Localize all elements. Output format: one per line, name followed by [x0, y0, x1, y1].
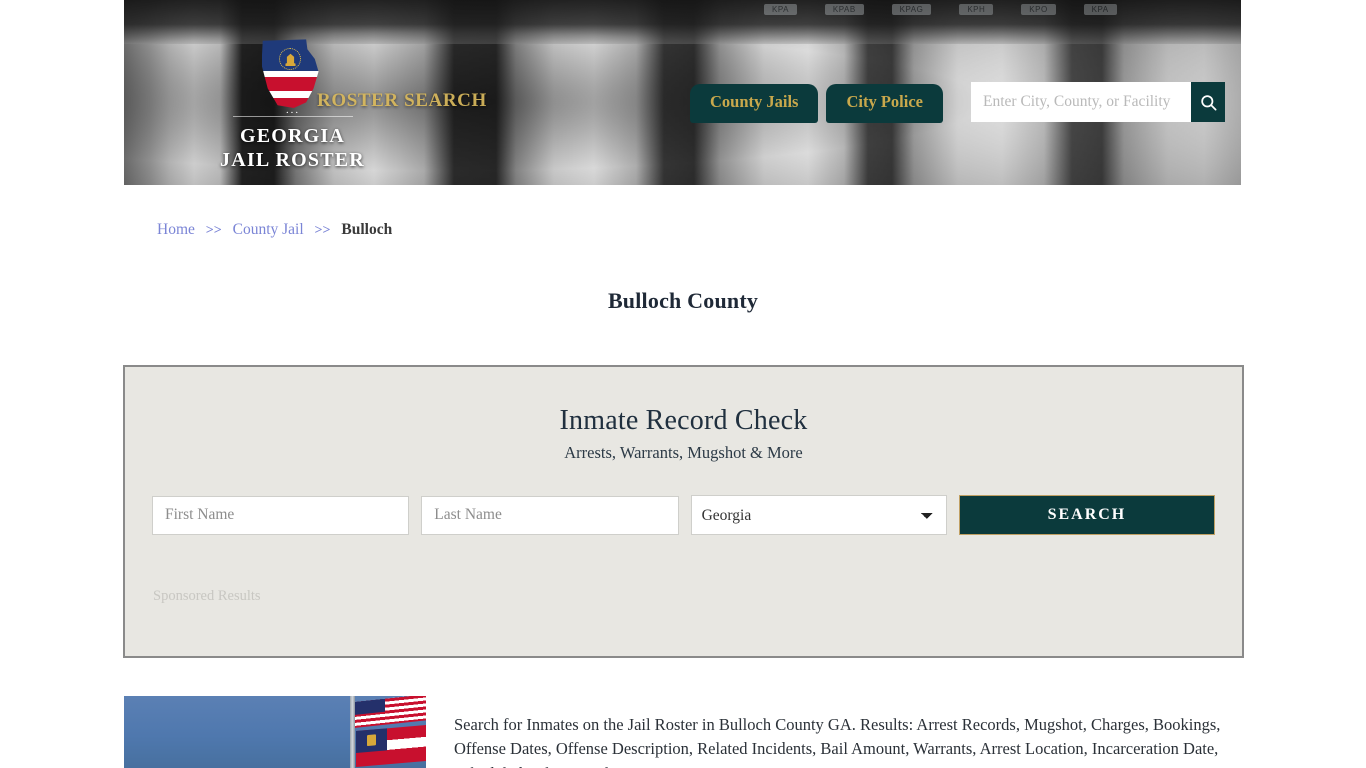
breadcrumb-item-home[interactable]: Home	[157, 221, 195, 238]
breadcrumb-item-county-jail[interactable]: County Jail	[233, 221, 304, 238]
nav-tab-city-police[interactable]: City Police	[826, 84, 943, 123]
breadcrumb-item-current: Bulloch	[341, 221, 392, 238]
nav-tab-county-jails[interactable]: County Jails	[690, 84, 818, 123]
logo-line-1: GEORGIA	[185, 124, 400, 148]
breadcrumb-separator: >>	[206, 223, 222, 238]
breadcrumb: Home >> County Jail >> Bulloch	[157, 221, 392, 239]
search-icon	[1199, 93, 1218, 112]
header-search-form	[971, 82, 1225, 122]
inmate-search-button[interactable]: SEARCH	[959, 495, 1215, 535]
primary-nav: County Jails City Police	[690, 84, 943, 123]
card-subtitle: Arrests, Warrants, Mugshot & More	[125, 443, 1242, 463]
breadcrumb-separator: >>	[315, 223, 331, 238]
county-description-section: Search for Inmates on the Jail Roster in…	[124, 696, 1242, 768]
georgia-seal-icon	[279, 48, 301, 70]
inmate-search-form: GeorgiaAlabamaFloridaSouth CarolinaTenne…	[125, 495, 1242, 535]
sponsored-results-label: Sponsored Results	[153, 588, 1242, 605]
page-title: Bulloch County	[0, 288, 1366, 314]
header-search-input[interactable]	[971, 82, 1191, 122]
georgia-flag-icon	[356, 725, 426, 767]
last-name-input[interactable]	[421, 496, 678, 535]
logo-line-2: JAIL ROSTER	[185, 148, 400, 172]
inmate-record-check-card: Inmate Record Check Arrests, Warrants, M…	[123, 365, 1244, 658]
flags-photo	[124, 696, 426, 768]
american-flag-icon	[355, 696, 426, 728]
header-search-button[interactable]	[1191, 82, 1225, 122]
logo-divider	[233, 116, 353, 117]
first-name-input[interactable]	[152, 496, 409, 535]
page-root: KPA KPAB KPAG KPH KPO KPA GEORGIA JAIL R…	[0, 0, 1366, 768]
card-title: Inmate Record Check	[125, 405, 1242, 437]
county-description-text: Search for Inmates on the Jail Roster in…	[454, 713, 1242, 768]
state-select[interactable]: GeorgiaAlabamaFloridaSouth CarolinaTenne…	[691, 495, 947, 535]
site-header: KPA KPAB KPAG KPH KPO KPA GEORGIA JAIL R…	[124, 0, 1241, 185]
header-tagline: ROSTER SEARCH	[317, 90, 487, 112]
